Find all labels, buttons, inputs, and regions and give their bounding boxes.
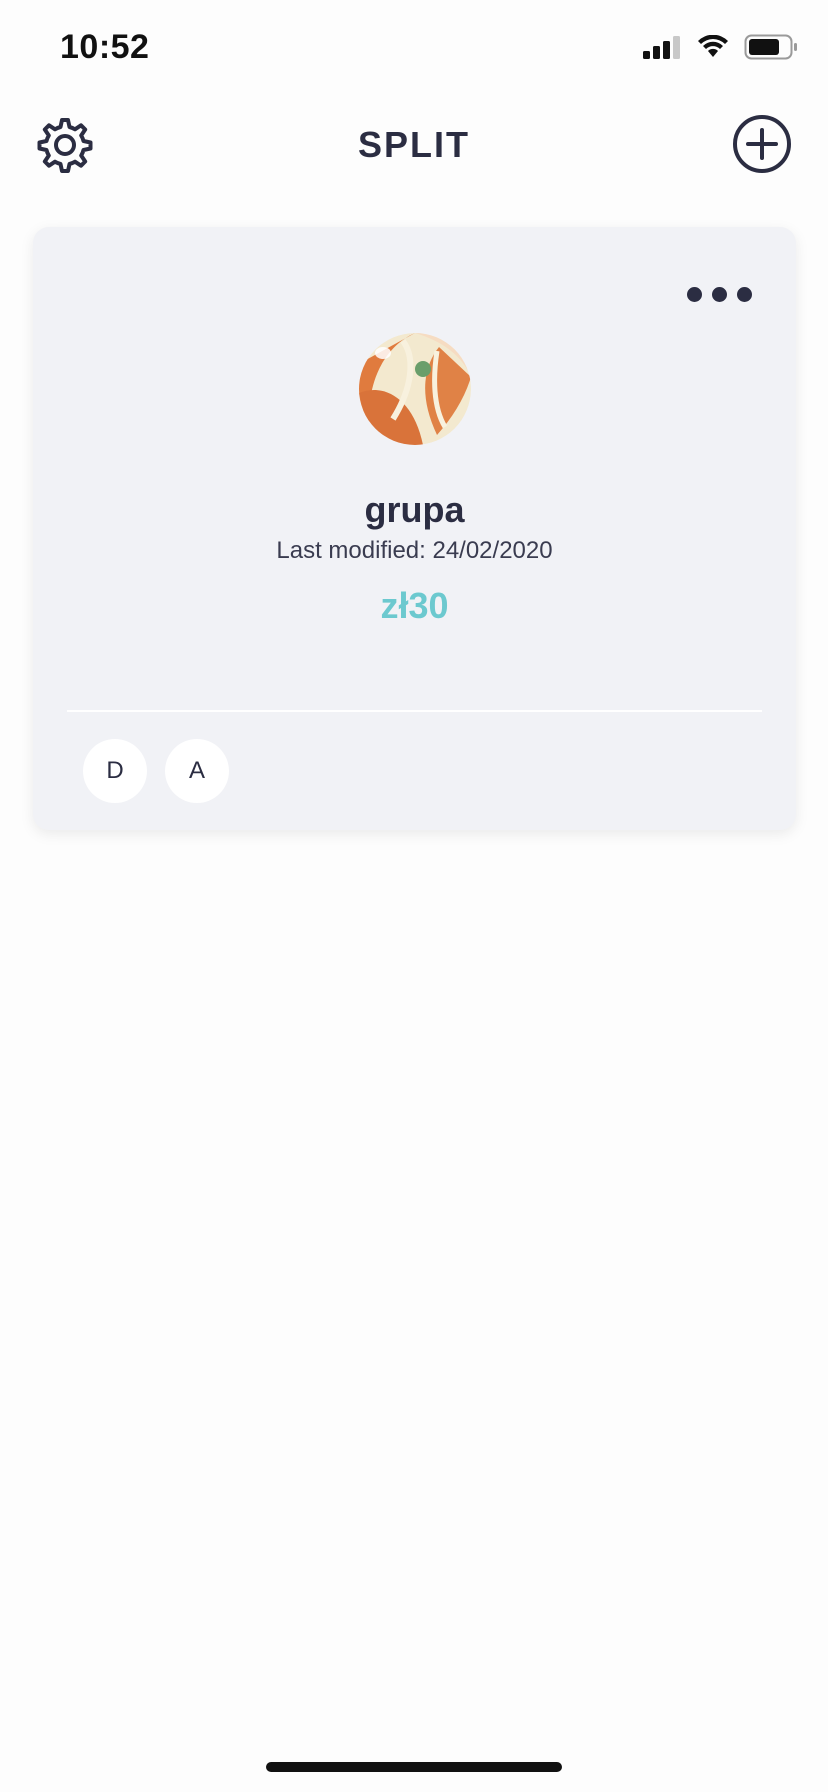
more-dots-icon xyxy=(712,287,727,302)
member-list: D A xyxy=(83,739,229,803)
member-avatar: A xyxy=(165,739,229,803)
more-options-button[interactable] xyxy=(687,287,752,302)
add-group-button[interactable] xyxy=(732,114,792,174)
app-header: SPLIT xyxy=(0,100,828,190)
home-indicator[interactable] xyxy=(266,1762,562,1772)
group-card[interactable]: grupa Last modified: 24/02/2020 zł30 D A xyxy=(33,227,796,830)
battery-icon xyxy=(744,34,797,60)
status-icons xyxy=(642,34,798,60)
wifi-icon xyxy=(698,35,728,57)
more-dots-icon xyxy=(687,287,702,302)
member-avatar: D xyxy=(83,739,147,803)
last-modified: Last modified: 24/02/2020 xyxy=(276,537,553,564)
plus-circle-icon xyxy=(733,115,791,173)
group-name: grupa xyxy=(364,489,465,530)
status-time: 10:52 xyxy=(60,28,150,66)
status-bar: 10:52 xyxy=(0,0,828,100)
group-amount: zł30 xyxy=(380,585,449,626)
cellular-signal-icon xyxy=(643,36,680,59)
more-dots-icon xyxy=(737,287,752,302)
card-divider xyxy=(67,710,762,712)
page-title: SPLIT xyxy=(357,124,470,165)
beach-ball-icon xyxy=(359,333,471,445)
